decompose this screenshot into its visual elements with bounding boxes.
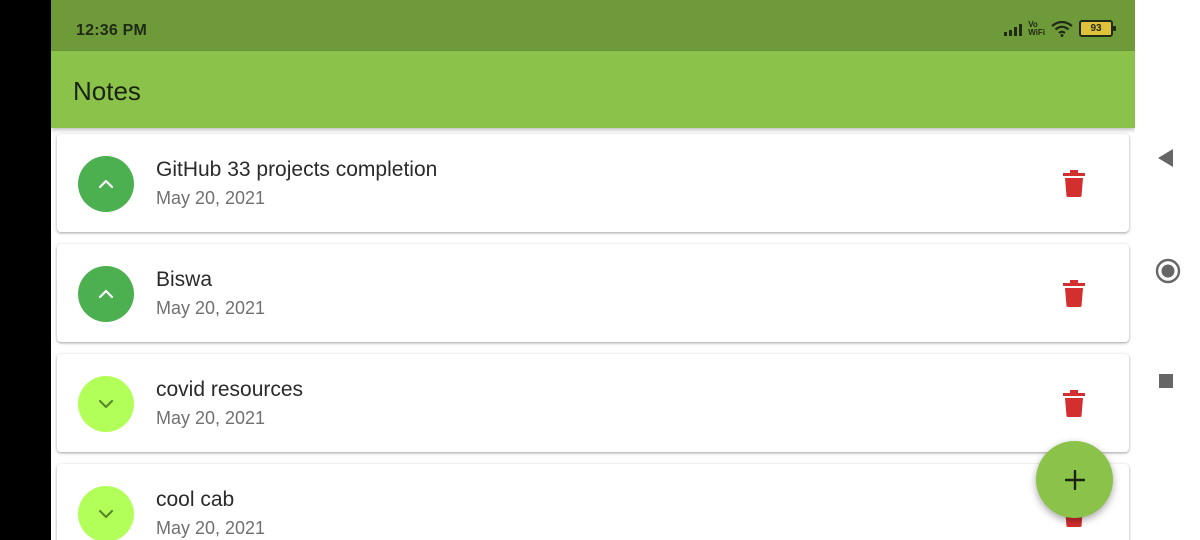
battery-icon: 93 <box>1079 20 1116 37</box>
left-black-bar <box>0 0 51 540</box>
trash-icon[interactable] <box>1063 390 1085 417</box>
expand-toggle-button[interactable] <box>78 376 134 432</box>
app-bar: Notes <box>51 51 1135 128</box>
system-nav-bar <box>1135 0 1200 540</box>
home-icon[interactable] <box>1155 258 1181 284</box>
note-title: Biswa <box>156 268 213 291</box>
wifi-icon <box>1051 20 1073 37</box>
expand-toggle-button[interactable] <box>78 266 134 322</box>
chevron-down-icon <box>98 399 114 409</box>
add-note-button[interactable] <box>1036 441 1113 518</box>
chevron-up-icon <box>98 179 114 189</box>
status-bar: 12:36 PM Vo WiFi 93 <box>51 0 1135 51</box>
note-date: May 20, 2021 <box>156 188 266 208</box>
note-card[interactable]: GitHub 33 projects completion May 20, 20… <box>57 134 1129 232</box>
note-card[interactable]: Biswa May 20, 2021 <box>57 244 1129 342</box>
trash-icon[interactable] <box>1063 280 1085 307</box>
note-date: May 20, 2021 <box>156 408 266 428</box>
chevron-up-icon <box>98 289 114 299</box>
notes-list[interactable]: GitHub 33 projects completion May 20, 20… <box>51 128 1135 540</box>
note-card[interactable]: covid resources May 20, 2021 <box>57 354 1129 452</box>
vowifi-bottom-label: WiFi <box>1028 27 1045 37</box>
expand-toggle-button[interactable] <box>78 486 134 540</box>
app-screen: 12:36 PM Vo WiFi 93 Notes GitHub 33 proj… <box>51 0 1135 540</box>
expand-toggle-button[interactable] <box>78 156 134 212</box>
back-icon[interactable] <box>1157 148 1175 168</box>
page-title: Notes <box>73 76 141 106</box>
note-title: covid resources <box>156 378 304 401</box>
chevron-down-icon <box>98 509 114 519</box>
note-title: cool cab <box>156 488 235 511</box>
note-title: GitHub 33 projects completion <box>156 158 438 181</box>
plus-icon <box>1064 469 1085 490</box>
note-date: May 20, 2021 <box>156 298 266 318</box>
note-card[interactable]: cool cab May 20, 2021 <box>57 464 1129 540</box>
status-time: 12:36 PM <box>76 22 147 39</box>
signal-icon <box>1004 22 1023 36</box>
trash-icon[interactable] <box>1063 170 1085 197</box>
status-icons: Vo WiFi 93 <box>1004 20 1116 37</box>
note-date: May 20, 2021 <box>156 518 266 538</box>
recents-icon[interactable] <box>1159 374 1173 388</box>
vowifi-icon: Vo WiFi <box>1028 20 1045 37</box>
